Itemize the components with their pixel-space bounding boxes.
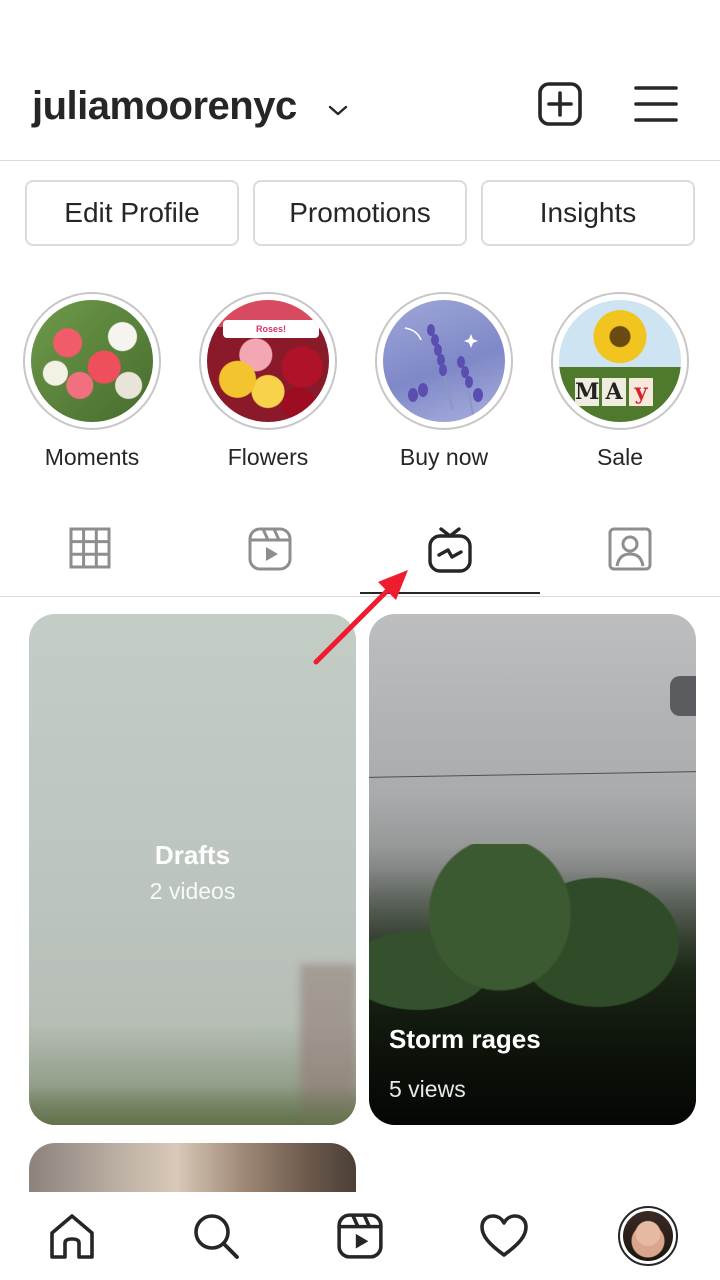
new-post-icon[interactable] — [536, 80, 584, 128]
red-arrow — [313, 570, 408, 665]
cover-overlay-text: Roses! — [223, 320, 319, 338]
highlight-cover-image — [31, 300, 153, 422]
video-view-count: 5 views — [389, 1076, 466, 1102]
igtv-icon — [428, 527, 472, 573]
highlight-buy-now[interactable]: Buy now — [375, 292, 513, 471]
thumbnail-detail — [29, 1085, 356, 1125]
tagged-icon — [608, 527, 652, 571]
highlight-ring — [375, 292, 513, 430]
highlight-cover-image — [383, 300, 505, 422]
profile-header: juliamoorenyc — [0, 70, 720, 150]
heart-icon — [480, 1214, 528, 1257]
highlight-flowers[interactable]: Roses! Flowers — [199, 292, 337, 471]
home-icon — [50, 1214, 94, 1259]
highlight-ring — [23, 292, 161, 430]
nav-activity[interactable] — [474, 1206, 534, 1266]
search-icon — [194, 1214, 239, 1259]
highlight-label: Moments — [44, 444, 140, 470]
video-title: Storm rages — [389, 1024, 541, 1054]
avatar — [618, 1206, 678, 1266]
highlight-moments[interactable]: Moments — [23, 292, 161, 471]
thumbnail-detail — [369, 771, 696, 778]
reels-icon — [337, 1213, 383, 1259]
promotions-button[interactable]: Promotions — [253, 180, 467, 246]
highlight-label: Sale — [596, 444, 644, 470]
highlight-label: Flowers — [227, 444, 309, 470]
lavender-illustration — [404, 324, 483, 416]
may-letter-a: A — [602, 378, 626, 406]
highlight-label: Buy now — [399, 444, 489, 470]
highlight-ring: M A y — [551, 292, 689, 430]
header-divider — [0, 160, 720, 161]
video-title: Drafts — [154, 840, 231, 870]
thumbnail-detail — [670, 676, 696, 716]
highlight-cover-image: Roses! — [207, 300, 329, 422]
video-card-drafts[interactable]: Drafts 2 videos — [29, 614, 356, 1125]
username[interactable]: juliamoorenyc — [32, 84, 297, 129]
highlight-cover-image: M A y — [559, 300, 681, 422]
nav-home[interactable] — [42, 1206, 102, 1266]
nav-profile[interactable] — [618, 1206, 678, 1266]
video-card-storm-rages[interactable]: Storm rages 5 views — [369, 614, 696, 1125]
hamburger-menu-icon[interactable] — [632, 82, 680, 126]
reels-icon — [248, 527, 292, 571]
may-letter-y: y — [629, 378, 653, 406]
insights-button[interactable]: Insights — [481, 180, 695, 246]
cover-overlay-text: M A y — [575, 378, 653, 406]
avatar-image — [623, 1211, 673, 1261]
highlight-sale[interactable]: M A y Sale — [551, 292, 689, 471]
highlight-ring: Roses! — [199, 292, 337, 430]
grid-icon — [69, 527, 111, 569]
bottom-navigation — [0, 1192, 720, 1280]
nav-search[interactable] — [186, 1206, 246, 1266]
may-letter-m: M — [575, 378, 600, 406]
chevron-down-icon[interactable] — [326, 98, 350, 122]
video-subtitle: 2 videos — [149, 878, 236, 904]
edit-profile-button[interactable]: Edit Profile — [25, 180, 239, 246]
tab-posts[interactable] — [0, 520, 180, 596]
nav-reels[interactable] — [330, 1206, 390, 1266]
tab-tagged[interactable] — [540, 520, 720, 596]
